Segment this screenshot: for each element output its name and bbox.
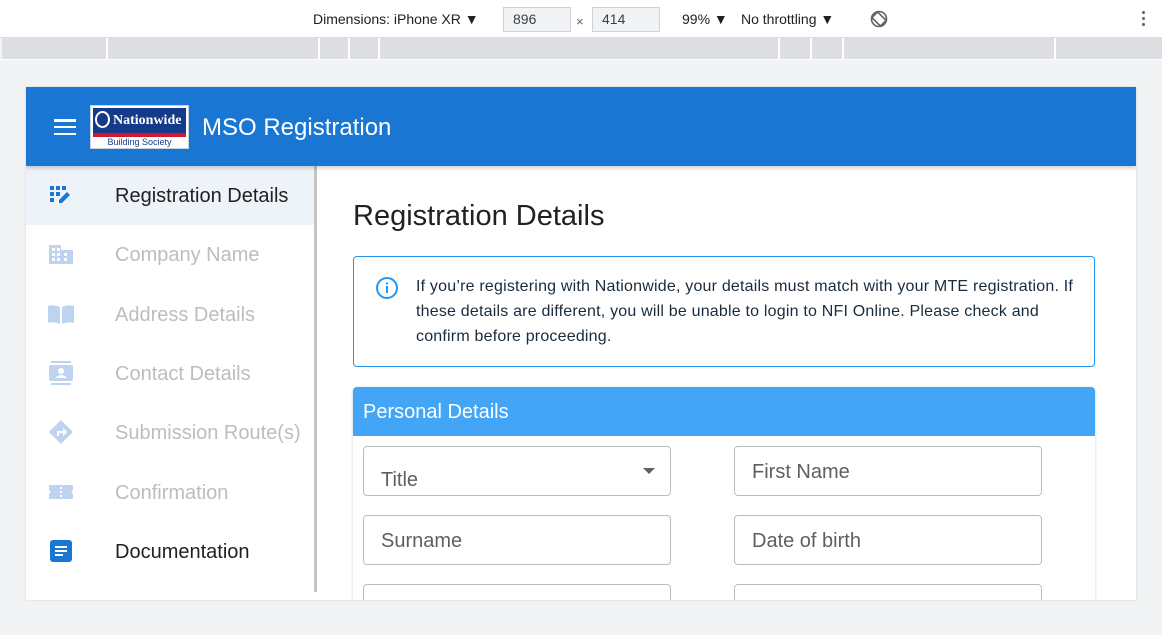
app-viewport: Nationwide Building Society MSO Registra… — [26, 87, 1136, 600]
devtools-device-toolbar: Dimensions: iPhone XR ▼ 896 × 414 99% ▼ … — [0, 0, 1162, 38]
date-of-birth-placeholder: Date of birth — [752, 530, 861, 552]
ruler-segment[interactable] — [1056, 38, 1162, 59]
route-diamond-icon — [47, 420, 75, 444]
surname-field[interactable]: Surname — [363, 515, 671, 565]
throttling-dropdown[interactable]: No throttling ▼ — [741, 0, 834, 38]
rotate-icon[interactable] — [870, 10, 888, 28]
surname-placeholder: Surname — [381, 530, 463, 552]
sidebar-item-label: Documentation — [115, 541, 250, 563]
nationwide-logo: Nationwide Building Society — [90, 105, 189, 149]
chevron-down-icon — [643, 468, 655, 474]
media-query-ruler — [0, 38, 1162, 60]
sidebar-item-contact-details[interactable]: Contact Details — [26, 344, 322, 403]
personal-details-card: Personal Details Title First Name Surnam… — [353, 387, 1095, 600]
sidebar-item-label: Confirmation — [115, 482, 229, 504]
sidebar-item-label: Company Name — [115, 244, 260, 266]
info-circle-icon — [375, 276, 399, 300]
app-title: MSO Registration — [202, 114, 392, 141]
ruler-segment[interactable] — [108, 38, 320, 59]
viewport-width-input[interactable]: 896 — [503, 7, 571, 32]
logo-subtitle: Building Society — [107, 137, 172, 147]
sidebar-item-label: Registration Details — [115, 185, 289, 207]
registration-edit-icon — [47, 183, 75, 207]
page-title: Registration Details — [353, 200, 605, 232]
card-header: Personal Details — [353, 387, 1095, 436]
ruler-segment[interactable] — [380, 38, 780, 59]
ticket-icon — [47, 480, 75, 504]
sidebar-item-label: Submission Route(s) — [115, 422, 301, 444]
info-alert-text: If you’re registering with Nationwide, y… — [416, 278, 1074, 345]
form-field[interactable] — [734, 584, 1042, 600]
viewport-height-input[interactable]: 414 — [592, 7, 660, 32]
title-select-label: Title — [381, 469, 419, 491]
sidebar-item-address-details[interactable]: Address Details — [26, 285, 322, 344]
document-icon — [47, 539, 75, 563]
building-icon — [47, 242, 75, 266]
date-of-birth-field[interactable]: Date of birth — [734, 515, 1042, 565]
sidebar-item-company-name[interactable]: Company Name — [26, 225, 322, 284]
sidebar-item-label: Contact Details — [115, 363, 251, 385]
ruler-segment[interactable] — [812, 38, 844, 59]
title-select[interactable]: Title — [363, 446, 671, 496]
sidebar-item-confirmation[interactable]: Confirmation — [26, 463, 322, 522]
dimension-separator: × — [576, 14, 584, 29]
ruler-segment[interactable] — [320, 38, 350, 59]
first-name-placeholder: First Name — [752, 461, 850, 483]
ruler-segment[interactable] — [2, 38, 108, 59]
sidebar-item-documentation[interactable]: Documentation — [26, 522, 322, 581]
sidebar-item-submission-routes[interactable]: Submission Route(s) — [26, 403, 322, 462]
sidebar-item-label: Address Details — [115, 304, 256, 326]
form-field[interactable] — [363, 584, 671, 600]
first-name-field[interactable]: First Name — [734, 446, 1042, 496]
info-alert: If you’re registering with Nationwide, y… — [353, 256, 1095, 367]
sidebar-nav: Registration Details Company Name Addres… — [26, 166, 322, 600]
ruler-segment[interactable] — [844, 38, 1056, 59]
ruler-segment[interactable] — [350, 38, 380, 59]
contact-card-icon — [47, 361, 75, 385]
main-content: Registration Details If you’re registeri… — [322, 166, 1136, 600]
hamburger-menu-icon[interactable] — [54, 119, 76, 136]
zoom-dropdown[interactable]: 99% ▼ — [682, 0, 728, 38]
more-vertical-icon[interactable] — [1142, 11, 1146, 29]
app-header: Nationwide Building Society MSO Registra… — [26, 87, 1136, 166]
sidebar-divider — [314, 166, 317, 592]
logo-emblem-icon — [95, 111, 110, 128]
book-open-icon — [47, 302, 75, 326]
sidebar-item-registration-details[interactable]: Registration Details — [26, 166, 314, 225]
ruler-segment[interactable] — [780, 38, 812, 59]
device-dimensions-dropdown[interactable]: Dimensions: iPhone XR ▼ — [313, 0, 479, 38]
